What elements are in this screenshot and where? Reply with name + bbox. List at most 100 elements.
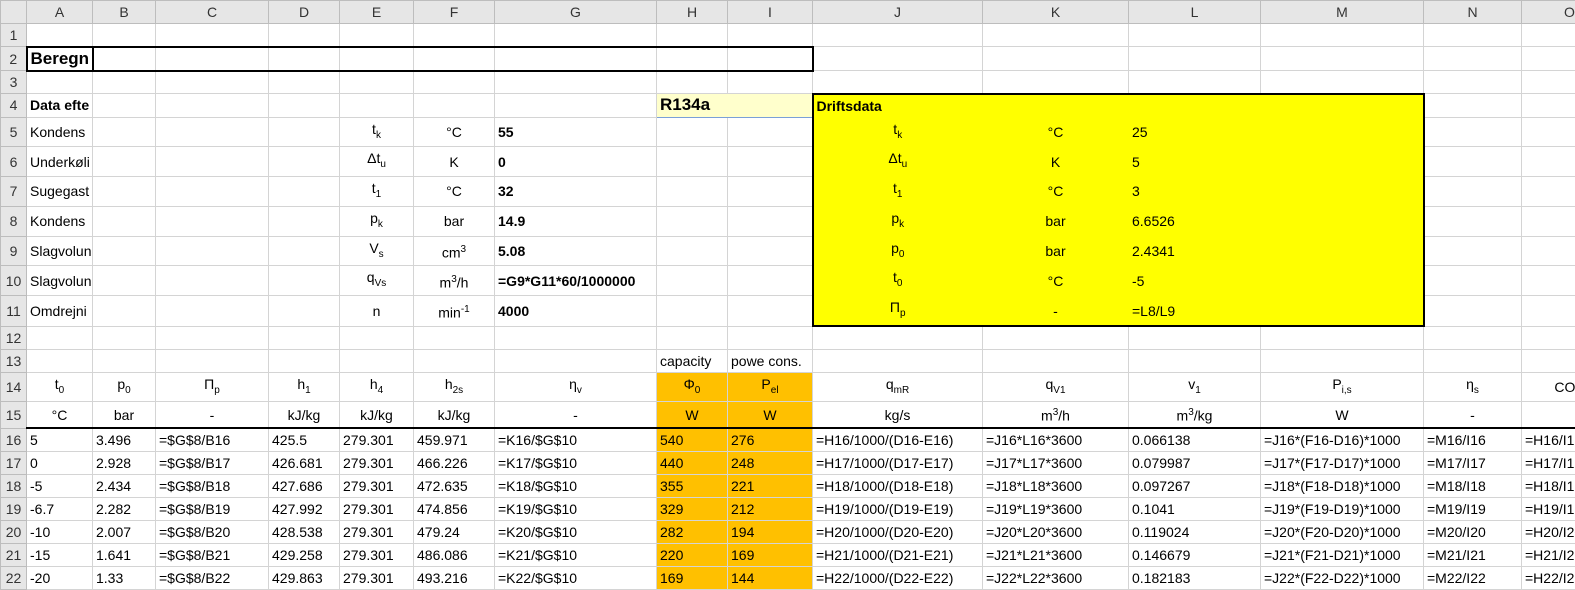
cell-o18[interactable]: =H18/I18 [1522, 475, 1575, 498]
cell-f13[interactable] [414, 349, 495, 372]
cell-c3[interactable] [156, 71, 269, 94]
cell-l15[interactable]: m3/kg [1129, 402, 1261, 428]
cell-c17[interactable]: =$G$8/B17 [156, 452, 269, 475]
cell-m21[interactable]: =J21*(F21-D21)*1000 [1261, 544, 1424, 567]
cell-c13[interactable] [156, 349, 269, 372]
cell-a15[interactable]: °C [27, 402, 93, 428]
cell-j10[interactable]: t0 [813, 266, 983, 296]
cell-e22[interactable]: 279.301 [340, 567, 414, 590]
cell-n16[interactable]: =M16/I16 [1424, 428, 1522, 452]
cell-g17[interactable]: =K17/$G$10 [495, 452, 657, 475]
cell-i22[interactable]: 144 [728, 567, 813, 590]
row-header-22[interactable]: 22 [1, 567, 27, 590]
cell-b15[interactable]: bar [93, 402, 156, 428]
cell-m18[interactable]: =J18*(F18-D18)*1000 [1261, 475, 1424, 498]
cell-o14[interactable]: COP [1522, 372, 1575, 402]
cell-g1[interactable] [495, 24, 657, 47]
cell-h12[interactable] [657, 326, 728, 349]
cell-k13[interactable] [983, 349, 1129, 372]
cell-j2[interactable] [813, 47, 983, 71]
cell-n7[interactable] [1424, 177, 1522, 207]
cell-n2[interactable] [1424, 47, 1522, 71]
cell-b3[interactable] [93, 71, 156, 94]
cell-c15[interactable]: - [156, 402, 269, 428]
cell-e13[interactable] [340, 349, 414, 372]
cell-i20[interactable]: 194 [728, 521, 813, 544]
cell-d4[interactable] [269, 94, 340, 118]
cell-o7[interactable] [1522, 177, 1575, 207]
cell-b9[interactable] [93, 236, 156, 266]
cell-a13[interactable] [27, 349, 93, 372]
cell-o1[interactable] [1522, 24, 1575, 47]
cell-k14[interactable]: qV1 [983, 372, 1129, 402]
cell-h14[interactable]: Φ0 [657, 372, 728, 402]
cell-e7[interactable]: t1 [340, 177, 414, 207]
cell-g11[interactable]: 4000 [495, 296, 657, 326]
cell-i16[interactable]: 276 [728, 428, 813, 452]
cell-l13[interactable] [1129, 349, 1261, 372]
cell-c16[interactable]: =$G$8/B16 [156, 428, 269, 452]
column-header-a[interactable]: A [27, 1, 93, 24]
cell-b1[interactable] [93, 24, 156, 47]
cell-e9[interactable]: Vs [340, 236, 414, 266]
row-header-1[interactable]: 1 [1, 24, 27, 47]
cell-a7[interactable]: Sugegast [27, 177, 93, 207]
cell-k6[interactable]: K [983, 147, 1129, 177]
column-header-b[interactable]: B [93, 1, 156, 24]
cell-i1[interactable] [728, 24, 813, 47]
cell-n21[interactable]: =M21/I21 [1424, 544, 1522, 567]
cell-c6[interactable] [156, 147, 269, 177]
cell-j14[interactable]: qmR [813, 372, 983, 402]
cell-j9[interactable]: p0 [813, 236, 983, 266]
cell-g16[interactable]: =K16/$G$10 [495, 428, 657, 452]
cell-b14[interactable]: p0 [93, 372, 156, 402]
row-header-12[interactable]: 12 [1, 326, 27, 349]
cell-k1[interactable] [983, 24, 1129, 47]
cell-h7[interactable] [657, 177, 728, 207]
cell-b4[interactable] [93, 94, 156, 118]
cell-j1[interactable] [813, 24, 983, 47]
cell-l22[interactable]: 0.182183 [1129, 567, 1261, 590]
cell-b21[interactable]: 1.641 [93, 544, 156, 567]
cell-b19[interactable]: 2.282 [93, 498, 156, 521]
column-header-m[interactable]: M [1261, 1, 1424, 24]
cell-n8[interactable] [1424, 206, 1522, 236]
cell-h21[interactable]: 220 [657, 544, 728, 567]
cell-f20[interactable]: 479.24 [414, 521, 495, 544]
cell-k16[interactable]: =J16*L16*3600 [983, 428, 1129, 452]
cell-n4[interactable] [1424, 94, 1522, 118]
column-header-j[interactable]: J [813, 1, 983, 24]
cell-c14[interactable]: Πp [156, 372, 269, 402]
cell-o8[interactable] [1522, 206, 1575, 236]
cell-b8[interactable] [93, 206, 156, 236]
cell-e6[interactable]: Δtu [340, 147, 414, 177]
cell-c11[interactable] [156, 296, 269, 326]
column-header-g[interactable]: G [495, 1, 657, 24]
cell-b22[interactable]: 1.33 [93, 567, 156, 590]
cell-d21[interactable]: 429.258 [269, 544, 340, 567]
row-header-21[interactable]: 21 [1, 544, 27, 567]
cell-d22[interactable]: 429.863 [269, 567, 340, 590]
cell-i11[interactable] [728, 296, 813, 326]
cell-l11[interactable]: =L8/L9 [1129, 296, 1261, 326]
cell-e14[interactable]: h4 [340, 372, 414, 402]
cell-k9[interactable]: bar [983, 236, 1129, 266]
cell-j19[interactable]: =H19/1000/(D19-E19) [813, 498, 983, 521]
cell-f4[interactable] [414, 94, 495, 118]
cell-c19[interactable]: =$G$8/B19 [156, 498, 269, 521]
cell-b17[interactable]: 2.928 [93, 452, 156, 475]
cell-f5[interactable]: °C [414, 117, 495, 147]
cell-i2[interactable] [728, 47, 813, 71]
cell-a16[interactable]: 5 [27, 428, 93, 452]
cell-h22[interactable]: 169 [657, 567, 728, 590]
cell-m22[interactable]: =J22*(F22-D22)*1000 [1261, 567, 1424, 590]
cell-l21[interactable]: 0.146679 [1129, 544, 1261, 567]
cell-f7[interactable]: °C [414, 177, 495, 207]
cell-k17[interactable]: =J17*L17*3600 [983, 452, 1129, 475]
cell-b20[interactable]: 2.007 [93, 521, 156, 544]
cell-j4[interactable]: Driftsdata [813, 94, 983, 118]
cell-d16[interactable]: 425.5 [269, 428, 340, 452]
cell-j22[interactable]: =H22/1000/(D22-E22) [813, 567, 983, 590]
cell-d18[interactable]: 427.686 [269, 475, 340, 498]
row-header-11[interactable]: 11 [1, 296, 27, 326]
